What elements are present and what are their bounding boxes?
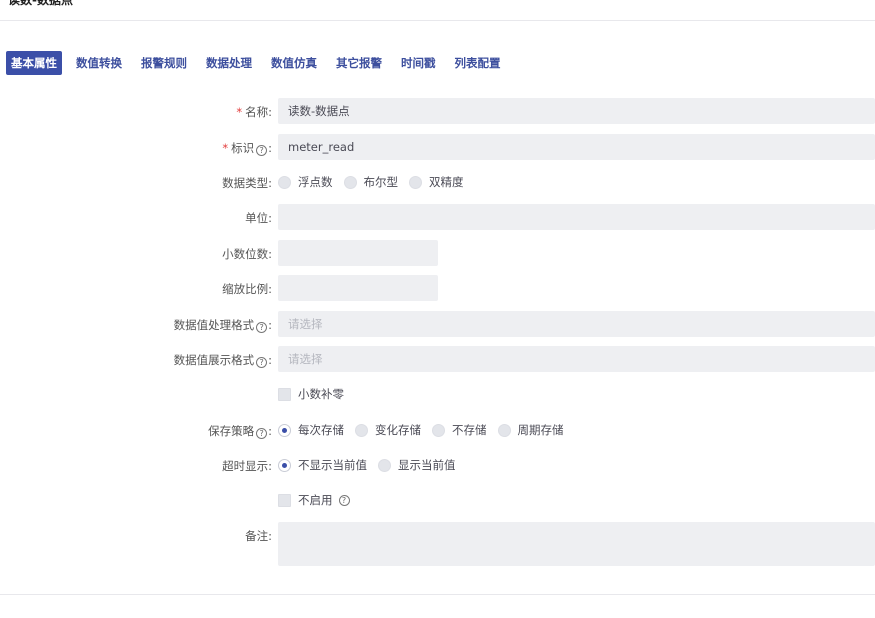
- question-circle-icon[interactable]: ?: [338, 494, 350, 506]
- process-format-select[interactable]: 请选择: [278, 311, 875, 337]
- radio-no-save[interactable]: 不存储: [432, 422, 487, 438]
- radio-circle-icon: [278, 175, 291, 189]
- scale-input[interactable]: [278, 275, 438, 301]
- radio-circle-icon: [497, 423, 511, 437]
- name-input[interactable]: 读数-数据点: [278, 98, 875, 124]
- remark-textarea[interactable]: [278, 522, 875, 566]
- identifier-label: * 标识?:: [222, 141, 272, 156]
- timeout-display-label: 超时显示:: [222, 459, 272, 473]
- decimals-input[interactable]: [278, 240, 438, 266]
- tab-list-config[interactable]: 列表配置: [450, 51, 506, 75]
- data-type-radio-group: 浮点数 布尔型 双精度: [278, 172, 475, 192]
- name-label: * 名称:: [236, 105, 272, 119]
- save-strategy-label: 保存策略?:: [208, 424, 272, 439]
- tab-value-simulation[interactable]: 数值仿真: [266, 51, 322, 75]
- radio-save-every[interactable]: 每次存储: [278, 422, 344, 438]
- tab-bar: 基本属性 数值转换 报警规则 数据处理 数值仿真 其它报警 时间戳 列表配置: [6, 51, 515, 75]
- radio-circle-icon: [355, 423, 368, 437]
- required-mark: *: [222, 141, 229, 155]
- page-title: 读数-数据点: [8, 0, 73, 7]
- display-format-label: 数据值展示格式?:: [173, 353, 272, 368]
- divider: [0, 594, 875, 595]
- radio-float[interactable]: 浮点数: [278, 174, 333, 190]
- process-format-label: 数据值处理格式?:: [173, 318, 272, 333]
- decimals-label: 小数位数:: [222, 247, 272, 261]
- radio-checked-icon: [278, 458, 291, 472]
- radio-boolean[interactable]: 布尔型: [343, 174, 398, 190]
- remark-label: 备注:: [245, 529, 272, 543]
- tab-value-conversion[interactable]: 数值转换: [71, 51, 127, 75]
- timeout-display-radio-group: 不显示当前值 显示当前值: [278, 455, 467, 475]
- radio-circle-icon: [409, 175, 422, 189]
- zero-pad-checkbox[interactable]: 小数补零: [278, 384, 344, 404]
- radio-circle-icon: [343, 175, 357, 189]
- identifier-input[interactable]: meter_read: [278, 134, 875, 160]
- question-circle-icon[interactable]: ?: [256, 145, 268, 156]
- tab-basic-properties[interactable]: 基本属性: [6, 51, 62, 75]
- radio-show-current[interactable]: 显示当前值: [378, 457, 456, 473]
- required-mark: *: [236, 105, 243, 119]
- unit-input[interactable]: [278, 204, 875, 230]
- disable-checkbox[interactable]: 不启用 ?: [278, 490, 351, 510]
- display-format-select[interactable]: 请选择: [278, 346, 875, 372]
- tab-other-alarms[interactable]: 其它报警: [331, 51, 387, 75]
- tab-alarm-rules[interactable]: 报警规则: [136, 51, 192, 75]
- save-strategy-radio-group: 每次存储 变化存储 不存储 周期存储: [278, 420, 575, 440]
- radio-save-on-change[interactable]: 变化存储: [355, 422, 421, 438]
- radio-double[interactable]: 双精度: [409, 174, 464, 190]
- question-circle-icon[interactable]: ?: [256, 428, 268, 439]
- radio-hide-current[interactable]: 不显示当前值: [278, 457, 367, 473]
- question-circle-icon[interactable]: ?: [256, 322, 268, 333]
- question-circle-icon[interactable]: ?: [256, 357, 268, 368]
- scale-label: 缩放比例:: [222, 282, 272, 296]
- unit-label: 单位:: [245, 211, 272, 225]
- radio-circle-icon: [432, 423, 445, 437]
- header-bar: 读数-数据点: [0, 0, 875, 21]
- data-type-label: 数据类型:: [222, 176, 272, 190]
- checkbox-box-icon: [278, 493, 291, 507]
- radio-checked-icon: [278, 423, 291, 437]
- tab-data-processing[interactable]: 数据处理: [201, 51, 257, 75]
- tab-timestamp[interactable]: 时间戳: [396, 51, 441, 75]
- radio-save-periodic[interactable]: 周期存储: [497, 422, 564, 438]
- checkbox-box-icon: [278, 387, 291, 401]
- radio-circle-icon: [378, 458, 391, 472]
